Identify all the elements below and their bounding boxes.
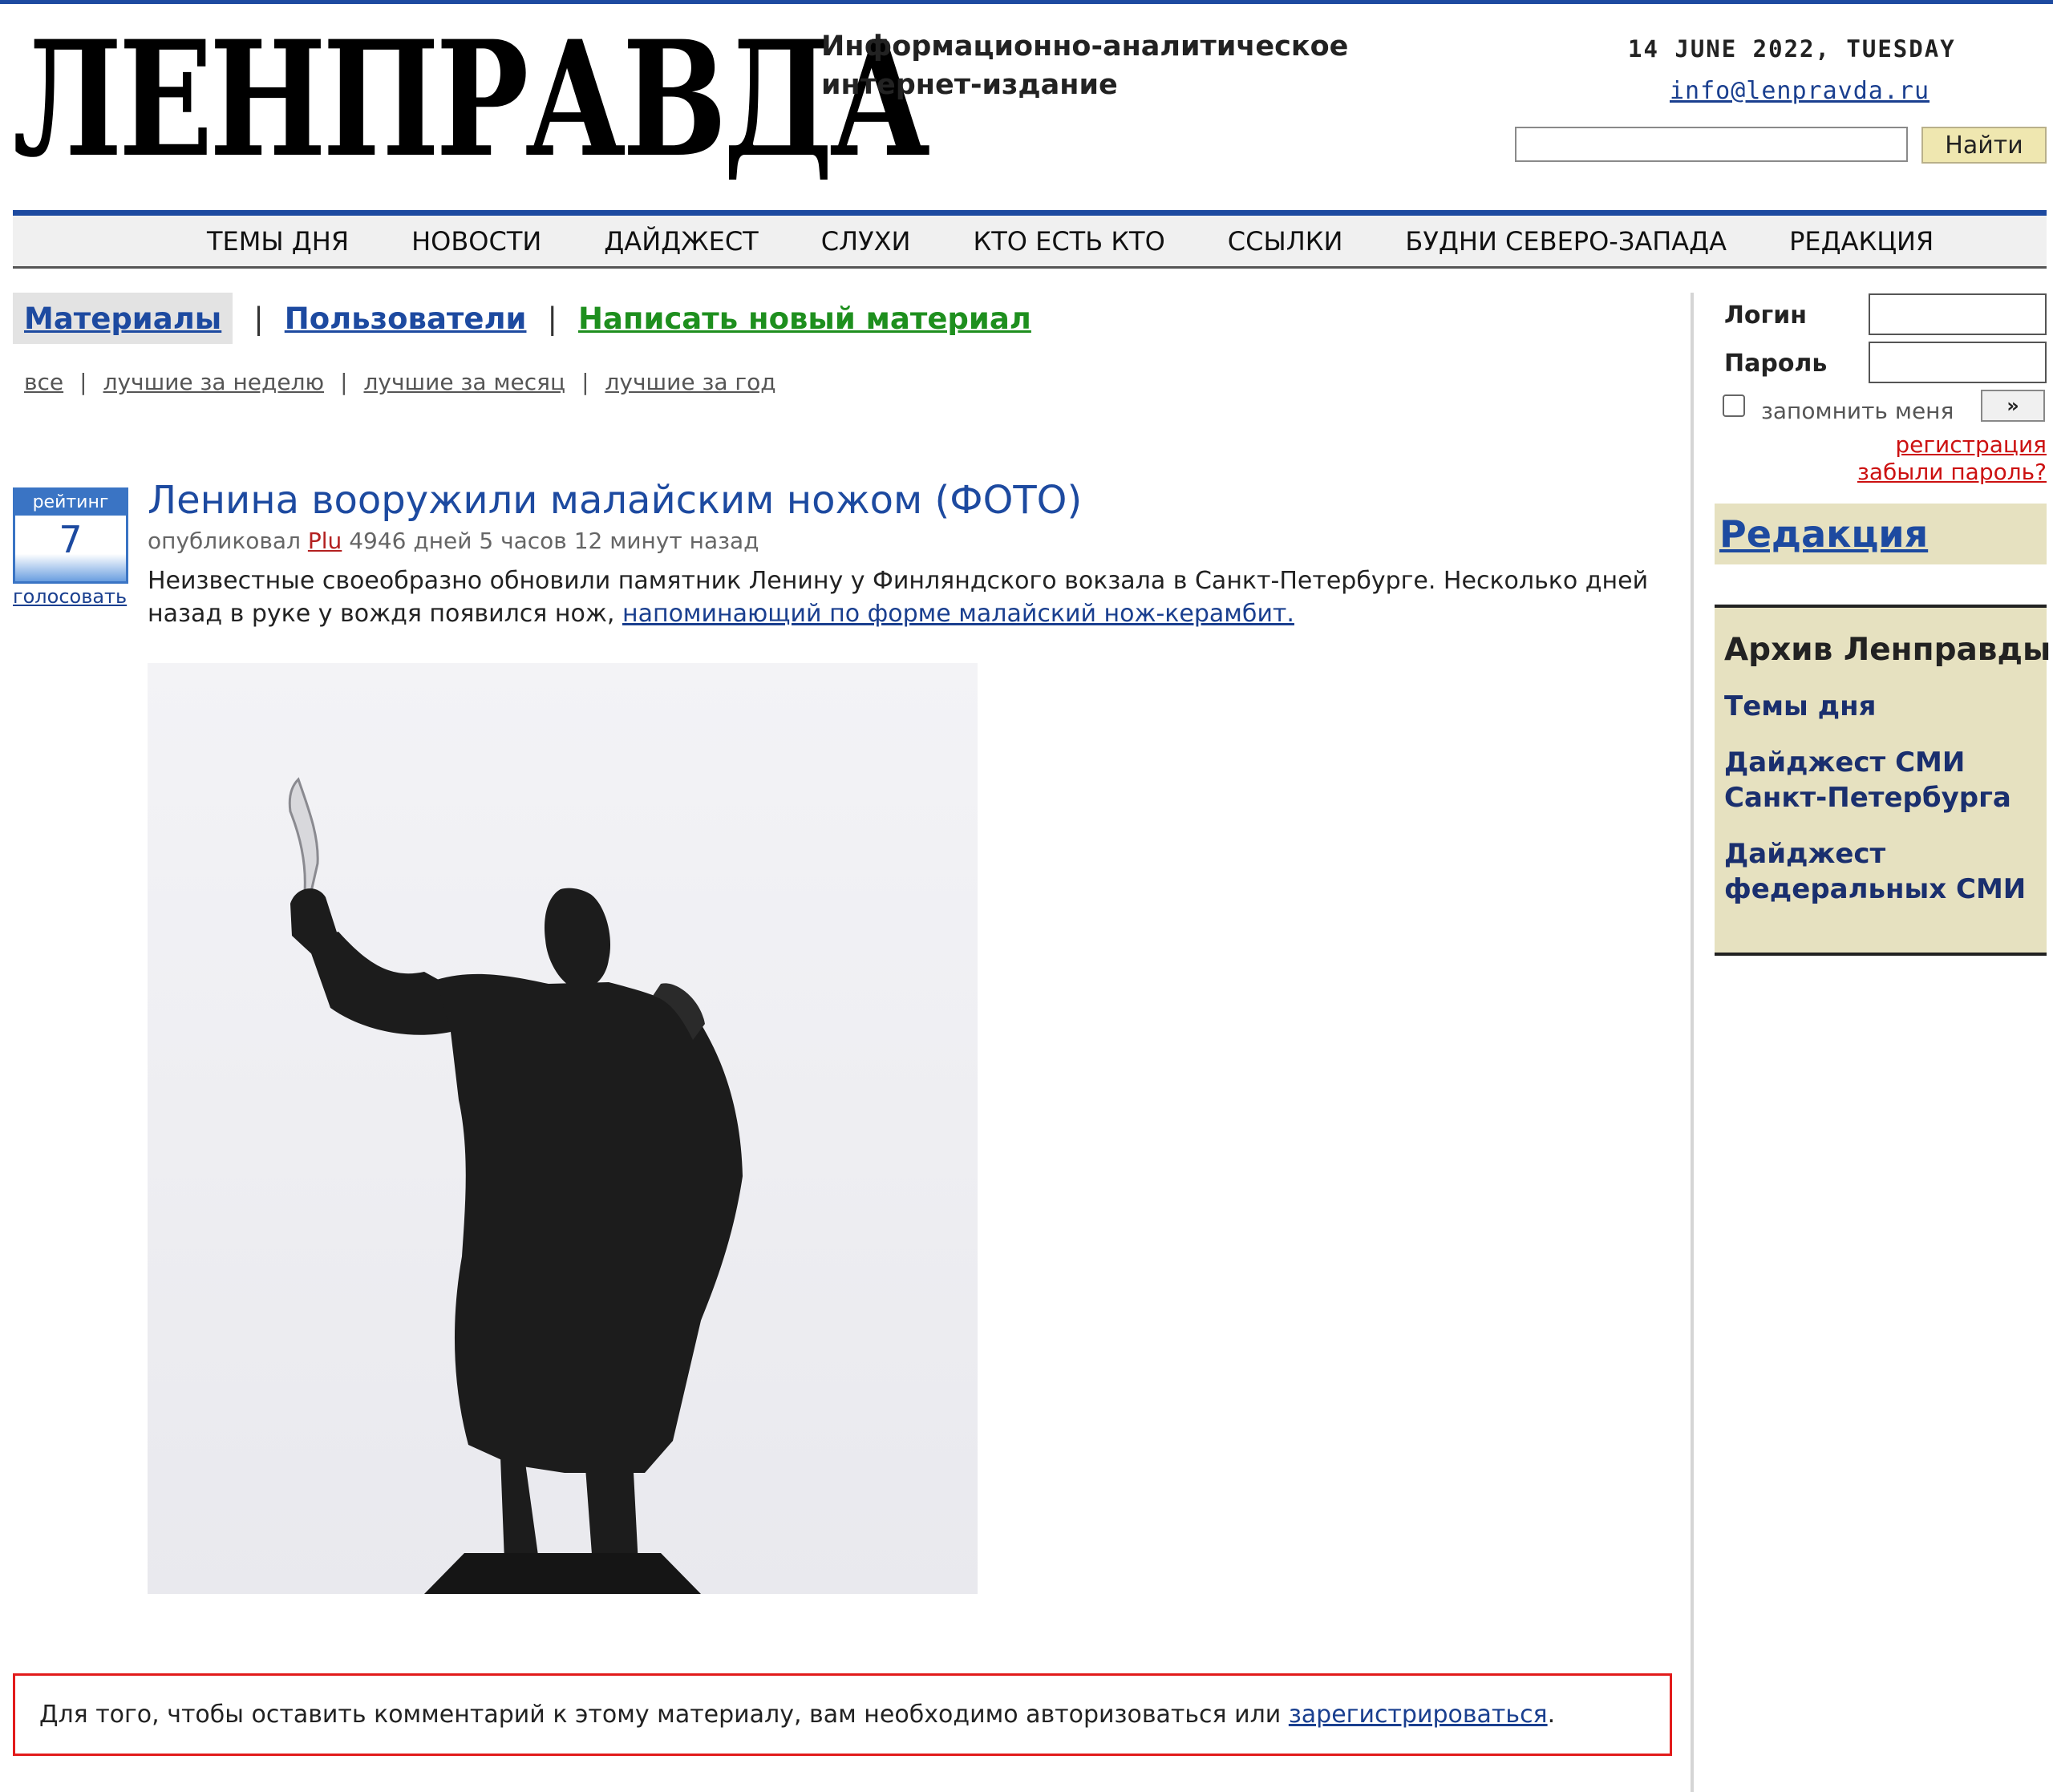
tab-materials[interactable]: Материалы bbox=[24, 301, 221, 336]
filter-separator: | bbox=[79, 369, 87, 395]
section-tabs: Материалы | Пользователи | Написать новы… bbox=[13, 293, 1031, 344]
register-link[interactable]: зарегистрироваться bbox=[1289, 1701, 1548, 1729]
nav-rule bbox=[13, 210, 2047, 216]
login-input[interactable] bbox=[1869, 293, 2047, 335]
comment-notice-text: Для того, чтобы оставить комментарий к э… bbox=[39, 1701, 1282, 1729]
published-by-label: опубликовал bbox=[148, 528, 301, 554]
top-rule bbox=[0, 0, 2053, 4]
article-lead: Неизвестные своеобразно обновили памятни… bbox=[148, 564, 1671, 630]
archive-link-temy-dnya[interactable]: Темы дня bbox=[1724, 689, 2047, 724]
author-link[interactable]: Plu bbox=[308, 528, 342, 554]
password-input[interactable] bbox=[1869, 342, 2047, 383]
archive-link-digest-spb[interactable]: Дайджест СМИ Санкт-Петербурга bbox=[1724, 745, 2047, 815]
rating-header: рейтинг bbox=[15, 490, 126, 516]
search-input[interactable] bbox=[1515, 127, 1908, 162]
article-title[interactable]: Ленина вооружили малайским ножом (ФОТО) bbox=[148, 478, 1082, 523]
remember-me-checkbox[interactable] bbox=[1723, 394, 1745, 417]
nav-item-daydzhest[interactable]: ДАЙДЖЕСТ bbox=[604, 226, 758, 257]
tab-separator: | bbox=[547, 301, 557, 336]
filter-best-month[interactable]: лучшие за месяц bbox=[364, 369, 566, 395]
nav-item-sluhi[interactable]: СЛУХИ bbox=[821, 226, 911, 257]
search-button[interactable]: Найти bbox=[1921, 127, 2047, 164]
site-tagline: Информационно-аналитическое интернет-изд… bbox=[821, 30, 1349, 101]
comment-notice-suffix: . bbox=[1547, 1701, 1556, 1729]
column-divider bbox=[1691, 293, 1694, 1792]
nav-item-ssylki[interactable]: ССЫЛКИ bbox=[1228, 226, 1343, 257]
filter-separator: | bbox=[581, 369, 589, 395]
vote-link[interactable]: голосовать bbox=[13, 585, 127, 608]
login-label: Логин bbox=[1724, 301, 1807, 330]
tab-write-new[interactable]: Написать новый материал bbox=[578, 301, 1031, 336]
nav-item-temy-dnya[interactable]: ТЕМЫ ДНЯ bbox=[207, 226, 349, 257]
tab-users[interactable]: Пользователи bbox=[285, 301, 527, 336]
filter-links: все | лучшие за неделю | лучшие за месяц… bbox=[24, 369, 776, 395]
tab-separator: | bbox=[253, 301, 264, 336]
sidebar-register-link[interactable]: регистрация bbox=[1895, 431, 2047, 458]
filter-separator: | bbox=[340, 369, 348, 395]
comment-auth-notice: Для того, чтобы оставить комментарий к э… bbox=[13, 1673, 1672, 1756]
archive-link-digest-federal[interactable]: Дайджест федеральных СМИ bbox=[1724, 836, 2047, 907]
contact-email-link[interactable]: info@lenpravda.ru bbox=[1670, 77, 1929, 105]
archive-title: Архив Ленправды bbox=[1724, 632, 2051, 668]
filter-best-week[interactable]: лучшие за неделю bbox=[103, 369, 325, 395]
article-meta: опубликовал Plu 4946 дней 5 часов 12 мин… bbox=[148, 528, 759, 554]
main-nav: ТЕМЫ ДНЯ НОВОСТИ ДАЙДЖЕСТ СЛУХИ КТО ЕСТЬ… bbox=[13, 216, 2047, 269]
password-label: Пароль bbox=[1724, 350, 1828, 378]
nav-item-budni[interactable]: БУДНИ СЕВЕРО-ЗАПАДА bbox=[1405, 226, 1727, 257]
forgot-password-link[interactable]: забыли пароль? bbox=[1857, 459, 2047, 485]
lead-link[interactable]: напоминающий по форме малайский нож-кера… bbox=[622, 600, 1294, 628]
remember-me-label: запомнить меня bbox=[1761, 398, 1954, 424]
rating-value: 7 bbox=[59, 518, 83, 561]
nav-item-novosti[interactable]: НОВОСТИ bbox=[411, 226, 541, 257]
filter-best-year[interactable]: лучшие за год bbox=[605, 369, 776, 395]
editorial-link[interactable]: Редакция bbox=[1719, 512, 1928, 556]
tab-materials-container: Материалы bbox=[13, 293, 233, 344]
rating-box: рейтинг 7 bbox=[13, 487, 128, 584]
site-logo[interactable]: ЛЕНПРАВДА bbox=[13, 19, 930, 180]
editorial-box: Редакция bbox=[1715, 504, 2047, 564]
filter-all[interactable]: все bbox=[24, 369, 63, 395]
current-date: 14 JUNE 2022, TUESDAY bbox=[1628, 35, 1956, 63]
archive-box: Архив Ленправды Темы дня Дайджест СМИ Са… bbox=[1715, 605, 2051, 956]
login-submit-button[interactable]: » bbox=[1981, 390, 2045, 422]
article-photo bbox=[148, 663, 978, 1594]
statue-silhouette bbox=[288, 777, 743, 1594]
nav-item-kto-est-kto[interactable]: КТО ЕСТЬ КТО bbox=[973, 226, 1164, 257]
publish-time: 4946 дней 5 часов 12 минут назад bbox=[349, 528, 759, 554]
nav-item-redakciya[interactable]: РЕДАКЦИЯ bbox=[1789, 226, 1934, 257]
